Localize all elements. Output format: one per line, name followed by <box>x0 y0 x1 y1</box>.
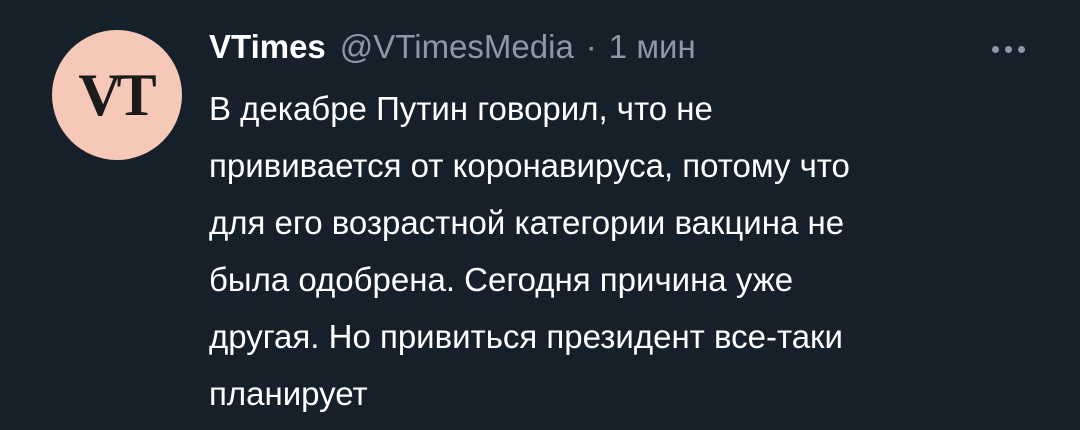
tweet-card[interactable]: VT VTimes @VTimesMedia · 1 мин В декабре… <box>0 0 1080 430</box>
tweet-text-line: другая. Но привиться президент все-таки <box>209 318 843 355</box>
author-display-name[interactable]: VTimes <box>209 28 326 66</box>
tweet-text-line: для его возрастной категории вакцина не <box>209 204 845 241</box>
tweet-text-line: была одобрена. Сегодня причина уже <box>209 261 794 298</box>
more-horizontal-icon <box>991 45 1025 53</box>
tweet-header: VTimes @VTimesMedia · 1 мин <box>209 27 696 67</box>
tweet-text: В декабре Путин говорил, что не прививае… <box>209 80 1049 422</box>
vtimes-logo: VT <box>78 62 156 128</box>
author-handle[interactable]: @VTimesMedia <box>340 28 574 66</box>
tweet-text-line: В декабре Путин говорил, что не <box>209 90 713 127</box>
tweet-timestamp[interactable]: 1 мин <box>609 28 696 66</box>
avatar[interactable]: VT <box>52 30 182 160</box>
more-options-button[interactable] <box>978 34 1038 64</box>
tweet-text-line: планирует <box>209 375 368 412</box>
separator-dot: · <box>585 28 597 65</box>
tweet-text-line: прививается от коронавируса, потому что <box>209 147 850 184</box>
